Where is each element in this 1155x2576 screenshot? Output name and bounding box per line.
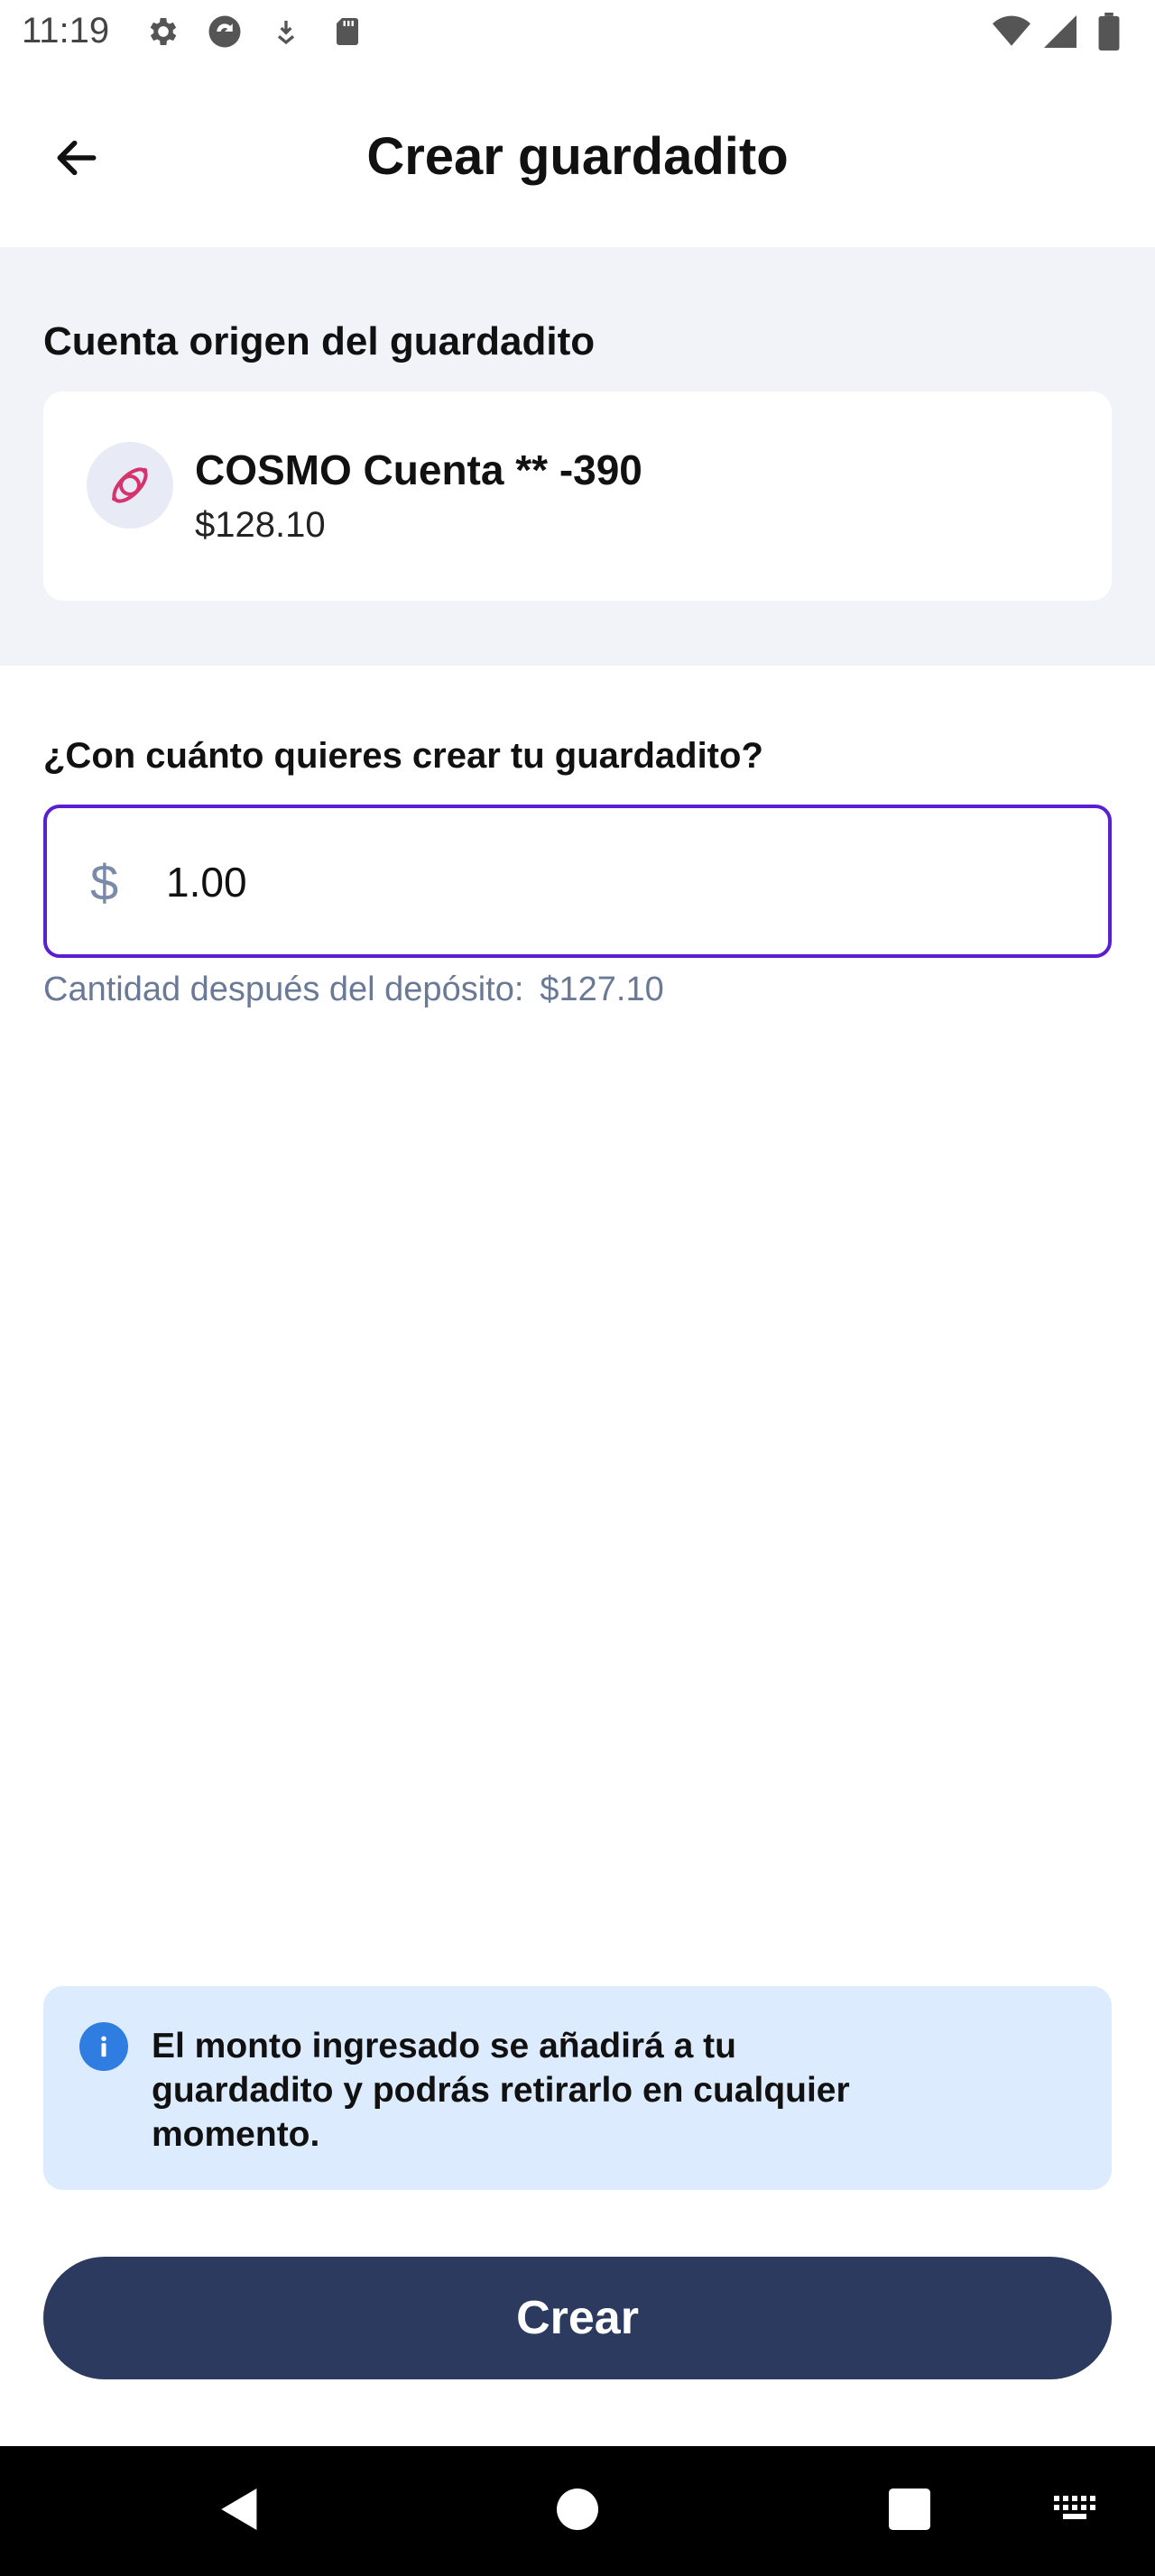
system-nav-bar <box>0 2446 1155 2576</box>
amount-field[interactable]: $ <box>43 805 1112 958</box>
source-section-title: Cuenta origen del guardadito <box>43 319 596 363</box>
sync-icon <box>206 13 244 51</box>
nav-home-button[interactable] <box>514 2446 641 2576</box>
nav-back-button[interactable] <box>177 2446 303 2576</box>
amount-label: ¿Con cuánto quieres crear tu guardadito? <box>43 736 763 776</box>
after-deposit-label: Cantidad después del depósito: <box>43 971 524 1008</box>
create-button[interactable]: Crear <box>43 2257 1112 2379</box>
page-title: Crear guardadito <box>366 127 789 186</box>
recents-square-icon <box>889 2488 930 2535</box>
keyboard-icon <box>1054 2495 1101 2527</box>
account-name: COSMO Cuenta ** -390 <box>195 446 642 493</box>
nav-recents-button[interactable] <box>846 2446 973 2576</box>
account-balance: $128.10 <box>195 505 326 545</box>
cosmo-logo-icon <box>87 442 173 529</box>
after-deposit-summary: Cantidad después del depósito: $127.10 <box>43 971 664 1009</box>
app-header: Crear guardadito <box>0 65 1155 245</box>
source-account-card[interactable]: COSMO Cuenta ** -390 $128.10 <box>43 391 1112 601</box>
download-icon <box>267 13 305 51</box>
info-box: El monto ingresado se añadirá a tu guard… <box>43 1986 1112 2190</box>
battery-icon <box>1090 13 1128 51</box>
status-time: 11:19 <box>22 11 110 51</box>
source-account-section: Cuenta origen del guardadito COSMO Cuent… <box>0 247 1155 666</box>
info-icon <box>79 2022 128 2071</box>
gear-icon <box>144 13 182 51</box>
home-circle-icon <box>557 2488 598 2535</box>
nav-keyboard-button[interactable] <box>1014 2446 1141 2576</box>
status-icons-left <box>144 13 366 51</box>
after-deposit-value: $127.10 <box>540 971 664 1008</box>
amount-input[interactable] <box>166 848 978 916</box>
cell-signal-icon <box>1041 13 1079 51</box>
info-text: El monto ingresado se añadirá a tu guard… <box>152 2027 850 2154</box>
back-triangle-icon <box>219 2486 261 2537</box>
sd-card-icon <box>328 13 366 51</box>
wifi-icon <box>993 13 1030 51</box>
currency-symbol: $ <box>90 854 119 911</box>
status-bar: 11:19 <box>0 0 1155 65</box>
status-icons-right <box>993 13 1128 51</box>
